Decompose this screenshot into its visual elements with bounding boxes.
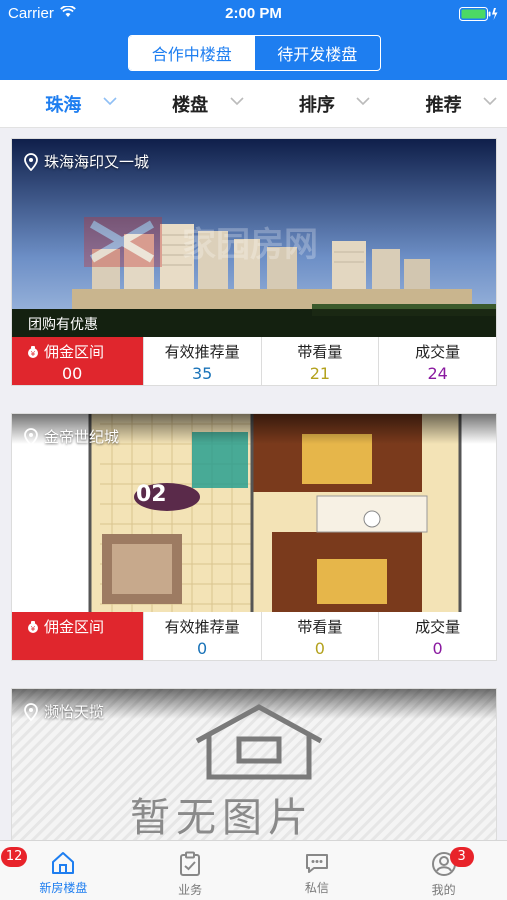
location-pin-icon — [24, 427, 38, 446]
clipboard-icon — [180, 851, 201, 876]
stat-deals-label: 成交量 — [415, 618, 461, 636]
segment-pending[interactable]: 待开发楼盘 — [255, 36, 381, 70]
stat-commission: ¥ 佣金区间 00 — [12, 337, 144, 385]
location-pin-icon — [24, 702, 38, 721]
building-placeholder: 暂无图片 濒怡天揽 — [12, 689, 496, 840]
stat-referrals-label: 有效推荐量 — [164, 343, 240, 361]
stat-referrals-value: 0 — [197, 639, 208, 658]
svg-text:¥: ¥ — [31, 625, 36, 633]
messages-badge: 12 — [0, 847, 28, 867]
stat-visits: 带看量 0 — [262, 612, 380, 660]
filter-recommend-label: 推荐 — [425, 94, 462, 116]
stat-visits-label: 带看量 — [297, 618, 343, 636]
stats-row: ¥ 佣金区间 00 有效推荐量 35 带看量 21 成交量 24 — [12, 337, 496, 385]
money-bag-icon: ¥ — [28, 345, 38, 358]
building-type-segment: 合作中楼盘 待开发楼盘 — [128, 35, 381, 71]
building-name: 金帝世纪城 — [24, 426, 119, 447]
filter-city-label: 珠海 — [45, 94, 82, 116]
stat-commission-label: 佣金区间 — [44, 343, 105, 361]
chevron-down-icon — [483, 97, 497, 106]
location-pin-icon — [24, 152, 38, 171]
filter-recommend[interactable]: 推荐 — [380, 80, 507, 127]
building-photo: 家园房网 珠海海印又一城 团购有优惠 — [12, 139, 496, 337]
building-card[interactable]: 家园房网 珠海海印又一城 团购有优惠 ¥ 佣金区间 00 有效推荐量 35 带看量… — [11, 138, 497, 386]
status-time: 2:00 PM — [225, 5, 282, 22]
top-header: Carrier 2:00 PM 合作中楼盘 待开发楼盘 — [0, 0, 507, 80]
stat-referrals: 有效推荐量 35 — [144, 337, 262, 385]
status-bar: Carrier 2:00 PM — [0, 0, 507, 28]
stat-visits-value: 21 — [309, 364, 331, 383]
stat-visits: 带看量 21 — [262, 337, 380, 385]
stat-deals: 成交量 0 — [379, 612, 496, 660]
stat-deals-value: 0 — [432, 639, 443, 658]
tab-business-label: 业务 — [178, 883, 203, 897]
tab-business[interactable]: 业务 — [127, 841, 254, 900]
building-name-label: 濒怡天揽 — [44, 703, 105, 721]
filter-city[interactable]: 珠海 — [0, 80, 127, 127]
photo-watermark: 家园房网 — [182, 225, 318, 265]
money-bag-icon: ¥ — [28, 620, 38, 633]
chevron-down-icon — [356, 97, 370, 106]
stat-commission: ¥ 佣金区间 — [12, 612, 144, 660]
building-card[interactable]: 暂无图片 濒怡天揽 — [11, 688, 497, 840]
profile-badge: 3 — [449, 847, 474, 867]
chevron-down-icon — [103, 97, 117, 106]
floorplan-label: 02 — [136, 482, 167, 507]
stat-commission-value: 00 — [62, 364, 83, 383]
tab-profile[interactable]: 我的 3 — [380, 841, 507, 900]
stat-referrals-label: 有效推荐量 — [164, 618, 240, 636]
building-name: 珠海海印又一城 — [24, 151, 149, 172]
stat-referrals-value: 35 — [191, 364, 213, 383]
bottom-tab-bar: 新房楼盘 业务 私信 12 我的 3 — [0, 840, 507, 900]
stat-referrals: 有效推荐量 0 — [144, 612, 262, 660]
building-card[interactable]: 02 金帝世纪城 ¥ 佣金区间 有效推荐量 0 带看量 0 成交量 0 — [11, 413, 497, 661]
stat-deals-value: 24 — [427, 364, 448, 383]
building-name: 濒怡天揽 — [24, 701, 104, 722]
message-icon — [305, 854, 328, 873]
filter-sort[interactable]: 排序 — [254, 80, 381, 127]
stat-visits-value: 0 — [314, 639, 325, 658]
tab-profile-label: 我的 — [431, 883, 456, 897]
segment-cooperating[interactable]: 合作中楼盘 — [129, 36, 255, 70]
home-icon — [52, 852, 75, 874]
no-image-text: 暂无图片 — [130, 795, 314, 840]
stat-deals: 成交量 24 — [379, 337, 496, 385]
tab-messages[interactable]: 私信 12 — [0, 841, 381, 900]
stat-commission-label: 佣金区间 — [44, 618, 105, 636]
chevron-down-icon — [229, 97, 244, 106]
stat-deals-label: 成交量 — [415, 343, 461, 361]
filter-building-label: 楼盘 — [172, 94, 209, 116]
building-name-label: 珠海海印又一城 — [44, 153, 150, 171]
tab-new-homes-label: 新房楼盘 — [39, 881, 88, 895]
building-list: 家园房网 珠海海印又一城 团购有优惠 ¥ 佣金区间 00 有效推荐量 35 带看量… — [0, 128, 507, 840]
stat-visits-label: 带看量 — [297, 343, 343, 361]
battery-icon — [459, 7, 498, 21]
filter-bar: 珠海 楼盘 排序 推荐 — [0, 80, 507, 128]
tab-messages-label: 私信 — [304, 881, 329, 895]
building-name-label: 金帝世纪城 — [44, 428, 120, 446]
filter-building[interactable]: 楼盘 — [127, 80, 254, 127]
promo-banner: 团购有优惠 — [12, 309, 496, 337]
building-floorplan: 02 金帝世纪城 — [12, 414, 496, 612]
filter-sort-label: 排序 — [298, 94, 335, 116]
svg-text:¥: ¥ — [31, 350, 36, 358]
stats-row: ¥ 佣金区间 有效推荐量 0 带看量 0 成交量 0 — [12, 612, 496, 660]
